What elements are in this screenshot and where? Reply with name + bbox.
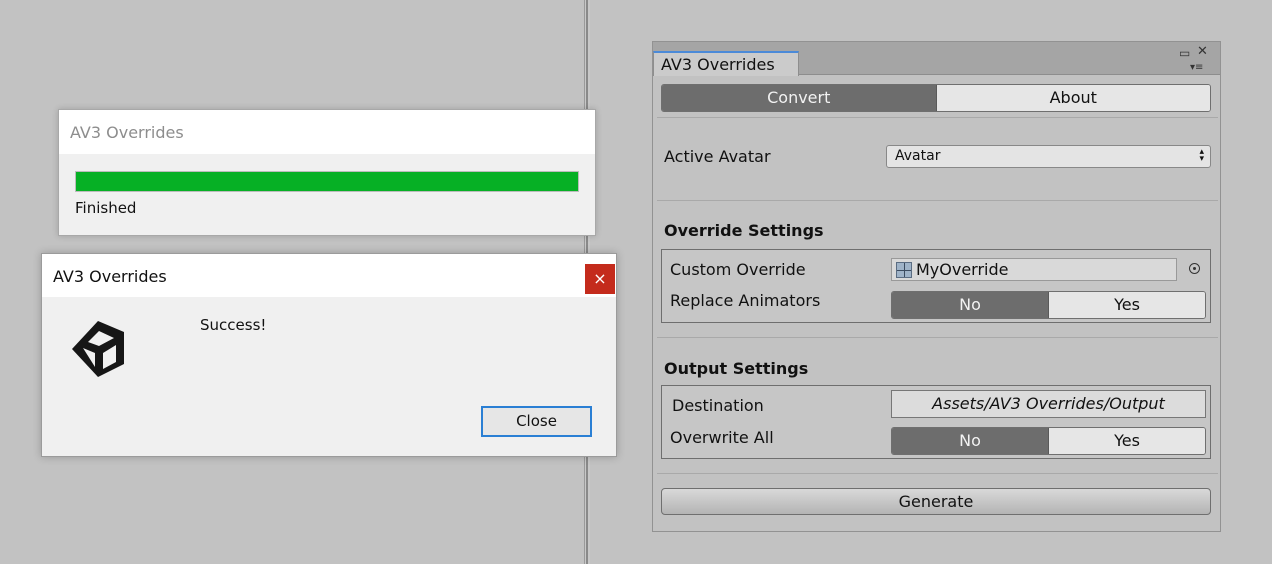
progress-window: AV3 Overrides Finished	[58, 109, 596, 236]
replace-animators-yes-button[interactable]: Yes	[1049, 292, 1205, 318]
custom-override-field[interactable]: MyOverride	[891, 258, 1177, 281]
av3-overrides-panel: AV3 Overrides ▭ ✕ ▾≡ Convert About Activ…	[652, 41, 1221, 532]
custom-override-value: MyOverride	[916, 260, 1009, 279]
active-avatar-value: Avatar	[895, 148, 941, 164]
replace-animators-toggle: No Yes	[891, 291, 1206, 319]
overwrite-all-no-button[interactable]: No	[892, 428, 1049, 454]
tab-strip: AV3 Overrides ▭ ✕ ▾≡	[653, 42, 1220, 76]
close-button[interactable]: Close	[481, 406, 592, 437]
replace-animators-no-button[interactable]: No	[892, 292, 1049, 318]
tab-av3-overrides[interactable]: AV3 Overrides	[653, 51, 799, 76]
active-avatar-dropdown[interactable]: Avatar ▴ ▾	[886, 145, 1211, 168]
mode-toolbar: Convert About	[661, 84, 1211, 112]
object-picker-icon[interactable]	[1189, 263, 1200, 274]
close-icon[interactable]: ✕	[1197, 45, 1208, 58]
separator	[657, 200, 1218, 201]
overwrite-all-yes-button[interactable]: Yes	[1049, 428, 1205, 454]
override-settings-heading: Override Settings	[664, 221, 824, 240]
dialog-message: Success!	[200, 316, 267, 334]
progress-window-title: AV3 Overrides	[59, 110, 595, 154]
separator	[657, 337, 1218, 338]
generate-button[interactable]: Generate	[661, 488, 1211, 515]
destination-field[interactable]: Assets/AV3 Overrides/Output	[891, 390, 1206, 418]
close-icon[interactable]: ×	[585, 264, 615, 294]
overwrite-all-label: Overwrite All	[670, 428, 774, 447]
active-avatar-label: Active Avatar	[664, 147, 771, 166]
unity-logo-icon	[72, 321, 124, 377]
destination-label: Destination	[672, 396, 764, 415]
progress-status: Finished	[75, 199, 137, 217]
maximize-icon[interactable]: ▭	[1179, 47, 1190, 59]
progress-bar-fill	[76, 172, 578, 191]
replace-animators-label: Replace Animators	[670, 291, 821, 310]
separator	[657, 473, 1218, 474]
custom-override-label: Custom Override	[670, 260, 806, 279]
dialog-title: AV3 Overrides	[42, 254, 616, 297]
tab-about[interactable]: About	[936, 85, 1210, 111]
tab-convert[interactable]: Convert	[662, 85, 937, 111]
separator	[657, 117, 1218, 118]
dropdown-arrow-icon: ▴ ▾	[1199, 147, 1204, 164]
output-settings-heading: Output Settings	[664, 359, 809, 378]
menu-icon[interactable]: ▾≡	[1190, 62, 1203, 74]
overwrite-all-toggle: No Yes	[891, 427, 1206, 455]
success-dialog: AV3 Overrides × Success! Close	[41, 253, 617, 457]
override-asset-icon	[896, 262, 912, 278]
progress-bar	[75, 171, 579, 192]
